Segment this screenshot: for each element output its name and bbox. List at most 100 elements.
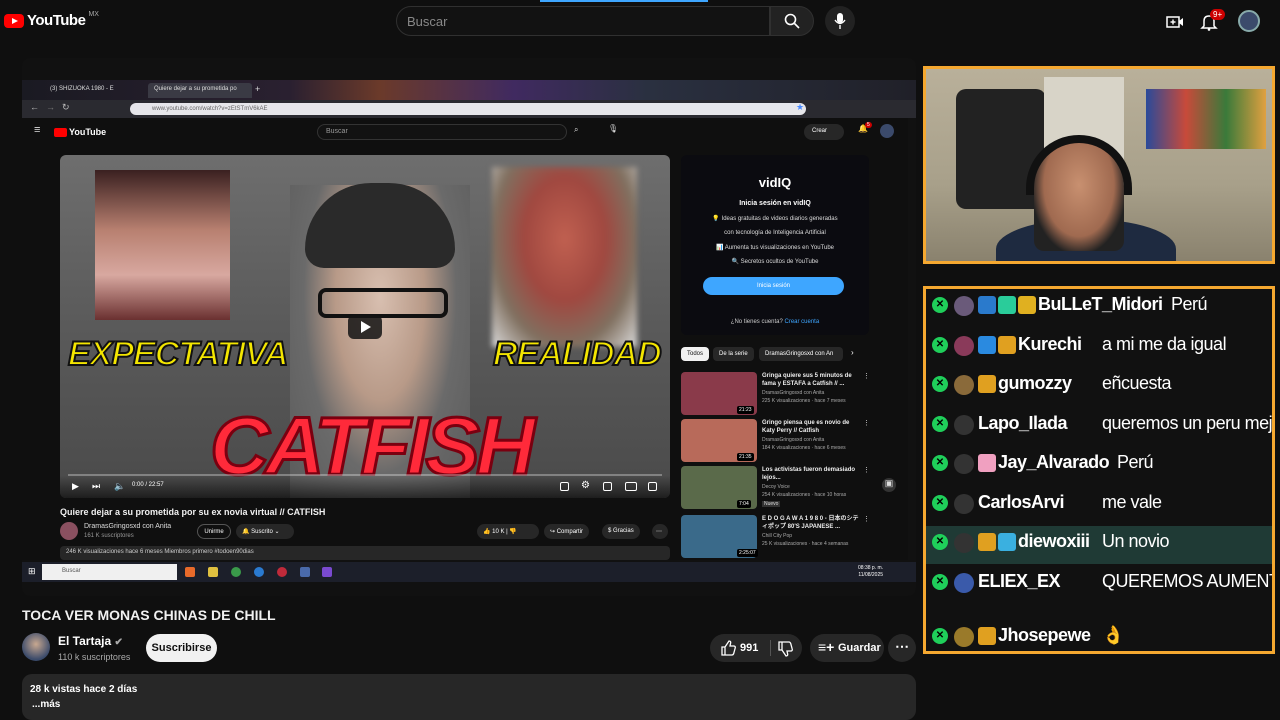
file-explorer-icon[interactable]: [208, 567, 218, 577]
chat-message: ✕ Jay_Alvarado Perú: [926, 447, 1272, 485]
subscribed-button[interactable]: 🔔 Suscrito ⌄: [236, 524, 294, 539]
video-player[interactable]: EXPECTATIVA REALIDAD CATFISH ▶ ⏭ 🔈 0:00 …: [60, 155, 670, 498]
recommendation-channel[interactable]: DramasGringosxd con Anita: [762, 437, 824, 443]
big-play-button[interactable]: [348, 315, 382, 339]
chat-username[interactable]: Jay_Alvarado: [998, 452, 1110, 473]
inner-like-button[interactable]: 👍 10 K | 👎: [477, 524, 539, 539]
subscribe-button[interactable]: Suscribirse: [146, 634, 217, 662]
vidiq-create-account-link[interactable]: Crear cuenta: [785, 319, 820, 325]
vidiq-signin-button[interactable]: Inicia sesión: [703, 277, 844, 295]
chat-username[interactable]: BuLLeT_Midori: [1038, 294, 1163, 315]
menu-icon[interactable]: ≡: [34, 124, 40, 136]
search-input[interactable]: Buscar: [396, 6, 770, 36]
chat-text: QUEREMOS AUMENTOS: [1102, 570, 1272, 591]
chat-message: ✕ Kurechi a mi me da igual: [926, 329, 1272, 367]
screen-share: (3) SHIZUOKA 1980 - E Quiere dejar a su …: [22, 58, 916, 596]
gift-icon[interactable]: ▣: [882, 478, 896, 492]
obs-icon[interactable]: [277, 567, 287, 577]
fullscreen-icon[interactable]: [648, 482, 657, 491]
recommendation-channel[interactable]: Decoy Voice: [762, 484, 790, 490]
theater-mode-icon[interactable]: [625, 482, 637, 491]
volume-icon[interactable]: 🔈: [114, 481, 125, 492]
inner-microphone-icon[interactable]: 🎙: [608, 124, 618, 133]
chat-username[interactable]: Jhosepewe: [998, 625, 1091, 646]
chat-username[interactable]: CarlosArvi: [978, 492, 1065, 513]
url-field[interactable]: www.youtube.com/watch?v=zEtSTmV6kAE: [130, 103, 806, 115]
windows-start-icon[interactable]: ⊞: [28, 566, 36, 577]
more-actions-button[interactable]: ⋯: [888, 634, 916, 662]
chat-username[interactable]: gumozzy: [998, 373, 1072, 394]
recommendation-title[interactable]: Gringa quiere sus 5 minutos de fama y ES…: [762, 372, 862, 388]
description-box[interactable]: 28 k vistas hace 2 días ...más: [22, 674, 916, 720]
taskbar-search[interactable]: Buscar: [42, 564, 177, 580]
account-avatar[interactable]: [1238, 10, 1260, 32]
chip-todos[interactable]: Todos: [681, 347, 710, 361]
back-icon[interactable]: ←: [30, 102, 39, 112]
recommendation-channel[interactable]: DramasGringosxd con Anita: [762, 390, 824, 396]
chrome-icon[interactable]: [231, 567, 241, 577]
recommendation-item[interactable]: 21:23 Gringa quiere sus 5 minutos de fama…: [681, 372, 871, 417]
create-video-icon[interactable]: [1166, 13, 1184, 31]
browser-tab-active[interactable]: Quiere dejar a su prometida po: [148, 83, 252, 98]
steam-icon[interactable]: [300, 567, 310, 577]
recommendation-channel[interactable]: Chill City Pop: [762, 533, 792, 539]
subtitles-icon[interactable]: [560, 482, 569, 491]
thumbs-up-icon[interactable]: [720, 640, 736, 656]
save-button[interactable]: ≡+ Guardar: [810, 634, 884, 662]
next-icon[interactable]: ⏭: [92, 481, 100, 492]
reload-icon[interactable]: ↻: [62, 102, 70, 113]
recommendation-menu-icon[interactable]: ⋮: [863, 372, 870, 380]
share-button[interactable]: ↪ Compartir: [544, 524, 590, 539]
inner-channel-name[interactable]: DramasGringosxd con Anita: [84, 523, 171, 530]
join-button[interactable]: Unirme: [197, 524, 231, 539]
inner-search-input[interactable]: Buscar: [317, 124, 567, 140]
recommendation-title[interactable]: Los activistas fueron demasiado lejos...: [762, 466, 862, 482]
inner-description[interactable]: 246 K visualizaciones hace 6 meses Miemb…: [60, 546, 670, 560]
firefox-icon[interactable]: [185, 567, 195, 577]
recommendation-menu-icon[interactable]: ⋮: [863, 515, 870, 523]
save-playlist-icon: ≡+: [818, 639, 835, 655]
thumbs-down-icon[interactable]: [777, 641, 793, 657]
chat-message: ✕ CarlosArvi me vale: [926, 487, 1272, 525]
inner-youtube-logo[interactable]: YouTube: [54, 127, 106, 137]
show-more-link[interactable]: ...más: [32, 699, 60, 710]
moderator-badge-icon: ✕: [932, 297, 948, 313]
settings-gear-icon[interactable]: ⚙: [581, 480, 590, 491]
chip-de-la-serie[interactable]: De la serie: [713, 347, 754, 361]
inner-more-button[interactable]: ⋯: [652, 524, 668, 539]
search-icon: [784, 13, 800, 29]
recommendation-menu-icon[interactable]: ⋮: [863, 466, 870, 474]
inner-channel-avatar[interactable]: [60, 522, 78, 540]
recommendation-item[interactable]: 2:25:07 E D O G A W A 1 9 8 0 - 日本のシティポップ…: [681, 515, 871, 560]
inner-create-button[interactable]: Crear: [804, 124, 844, 140]
chat-username[interactable]: Lapo_Ilada: [978, 413, 1068, 434]
chat-username[interactable]: Kurechi: [1018, 334, 1082, 355]
chips-next-icon[interactable]: ›: [851, 348, 854, 357]
thanks-button[interactable]: $ Gracias: [602, 524, 640, 539]
recommendation-title[interactable]: E D O G A W A 1 9 8 0 - 日本のシティポップ 80'S J…: [762, 515, 862, 531]
new-tab-icon[interactable]: +: [254, 83, 266, 98]
recommendation-menu-icon[interactable]: ⋮: [863, 419, 870, 427]
recommendation-item[interactable]: 21:35 Gringo piensa que es novio de Katy …: [681, 419, 871, 464]
bookmark-star-icon[interactable]: ★: [796, 102, 804, 113]
inner-avatar[interactable]: [880, 124, 894, 138]
miniplayer-icon[interactable]: [603, 482, 612, 491]
chat-username[interactable]: ELIEX_EX: [978, 571, 1061, 592]
channel-avatar[interactable]: [22, 633, 50, 661]
app-icon[interactable]: [322, 567, 332, 577]
vidiq-heading: Inicia sesión en vidIQ: [739, 200, 811, 207]
edge-icon[interactable]: [254, 567, 264, 577]
channel-name[interactable]: El Tartaja ✔: [58, 634, 123, 648]
play-icon[interactable]: ▶: [72, 481, 79, 492]
search-button[interactable]: [770, 6, 814, 36]
recommendation-item[interactable]: 7:04 Los activistas fueron demasiado lejo…: [681, 466, 871, 511]
chat-username[interactable]: diewoxiii: [1018, 531, 1090, 552]
browser-tab[interactable]: (3) SHIZUOKA 1980 - E: [44, 83, 144, 98]
voice-search-button[interactable]: [825, 6, 855, 36]
forward-icon[interactable]: →: [46, 102, 55, 112]
chip-channel[interactable]: DramasGringosxd con An: [759, 347, 843, 361]
youtube-logo[interactable]: YouTube MX: [4, 11, 99, 29]
recommendation-title[interactable]: Gringo piensa que es novio de Katy Perry…: [762, 419, 862, 435]
inner-search-icon[interactable]: ⌕: [574, 125, 578, 135]
video-progress-bar[interactable]: [68, 474, 662, 476]
